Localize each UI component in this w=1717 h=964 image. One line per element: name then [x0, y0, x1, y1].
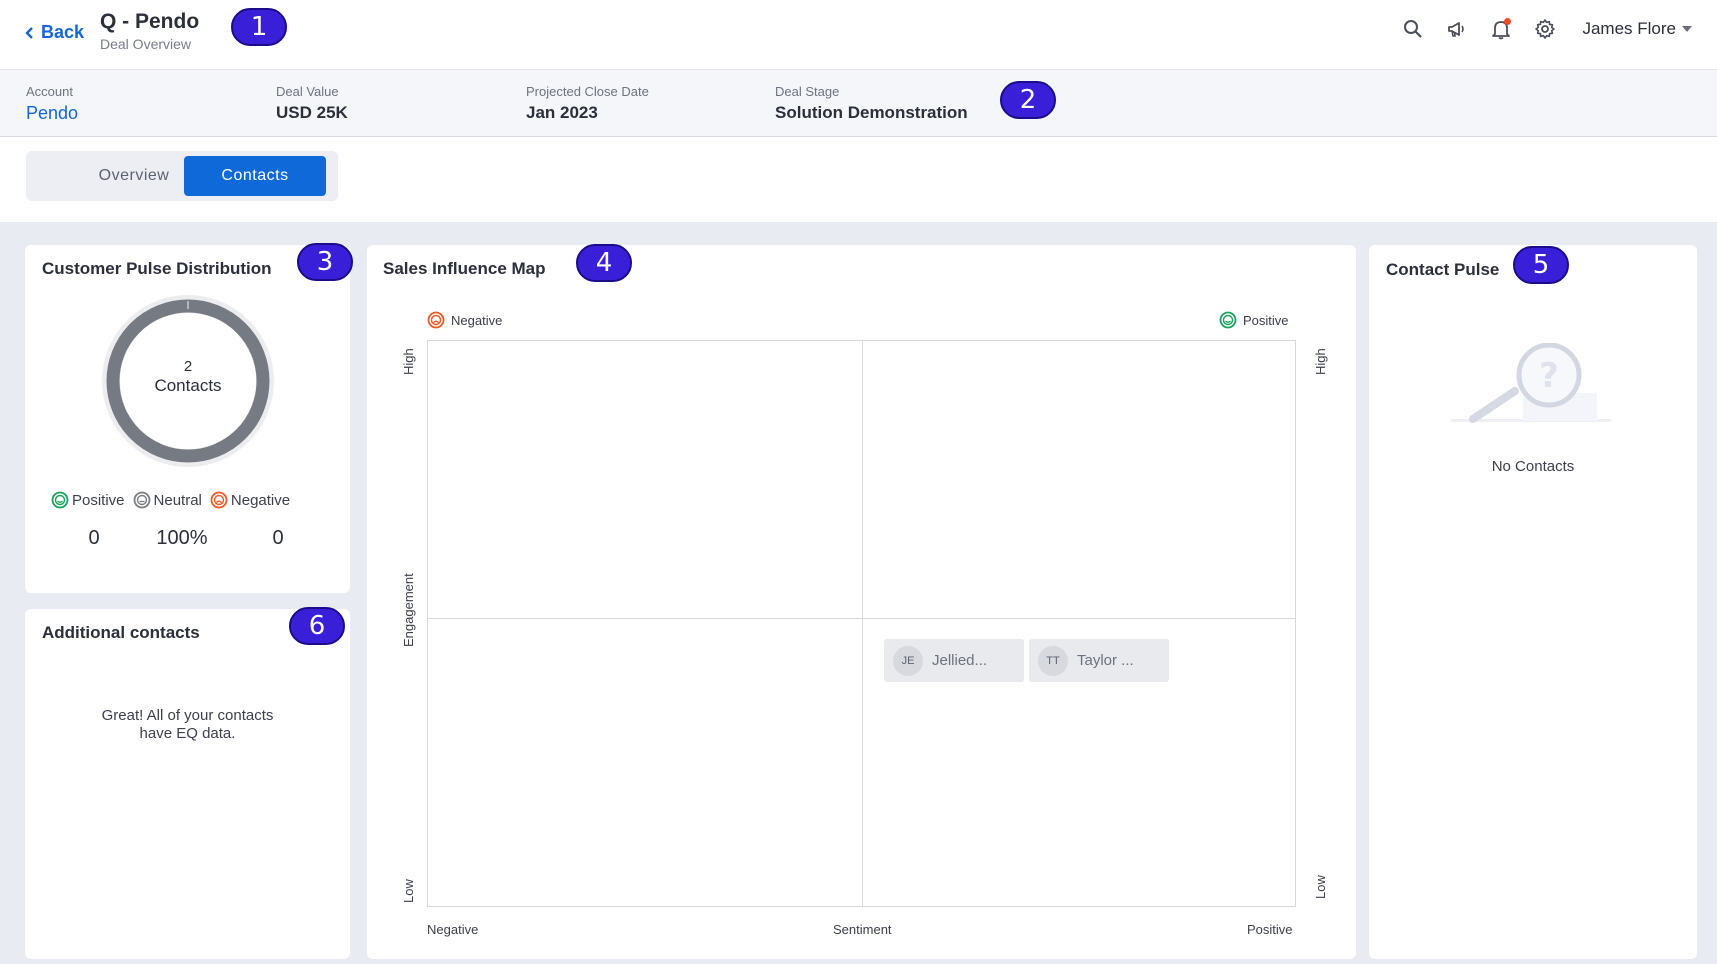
- y-axis-high-left: High: [401, 348, 416, 375]
- page-title: Q - Pendo: [100, 10, 200, 33]
- account-label: Account: [26, 84, 73, 99]
- x-axis-negative: Negative: [427, 922, 479, 937]
- influence-map-title: Sales Influence Map: [383, 259, 546, 278]
- avatar: JE: [893, 645, 923, 676]
- annotation-badge-2: 2: [1000, 81, 1056, 119]
- user-menu[interactable]: James Flore: [1582, 19, 1692, 39]
- back-label: Back: [41, 22, 85, 42]
- additional-contacts-title: Additional contacts: [42, 623, 200, 642]
- view-tabs: Overview Contacts: [26, 151, 338, 201]
- stat-positive: 0: [88, 527, 100, 549]
- contact-pulse-title: Contact Pulse: [1386, 260, 1500, 279]
- y-axis-high-right: High: [1313, 348, 1328, 375]
- quadrant-horizontal-divider: [428, 618, 1295, 619]
- map-legend-positive: Positive: [1219, 311, 1289, 329]
- legend-negative: Negative: [210, 491, 290, 509]
- deal-summary-bar: Account Pendo Deal Value USD 25K Project…: [0, 70, 1717, 137]
- deal-stage-label: Deal Stage: [775, 84, 840, 99]
- map-legend-negative-label: Negative: [451, 312, 503, 328]
- pulse-distribution-title: Customer Pulse Distribution: [42, 259, 272, 278]
- contact-chip[interactable]: TT Taylor ...: [1029, 639, 1169, 682]
- close-date-text: Jan 2023: [526, 103, 598, 122]
- x-axis-positive: Positive: [1247, 922, 1293, 937]
- megaphone-icon[interactable]: [1446, 18, 1468, 40]
- annotation-badge-6: 6: [289, 607, 345, 645]
- chevron-down-icon: [1682, 26, 1692, 32]
- negative-face-icon: [427, 311, 445, 329]
- annotation-badge-4: 4: [576, 244, 632, 282]
- additional-contacts-message: Great! All of your contacts have EQ data…: [101, 707, 274, 742]
- search-icon[interactable]: [1402, 18, 1424, 40]
- contact-chip[interactable]: JE Jellied...: [884, 639, 1024, 682]
- contact-pulse-card: Contact Pulse ? No Contacts: [1369, 245, 1697, 959]
- annotation-badge-1: 1: [231, 8, 287, 46]
- legend-neutral-label: Neutral: [153, 491, 202, 509]
- back-button[interactable]: Back: [25, 22, 84, 43]
- quadrant-vertical-divider: [862, 341, 863, 906]
- chevron-left-icon: [25, 26, 33, 39]
- account-link[interactable]: Pendo: [26, 103, 78, 124]
- pulse-legend: Positive Neutral Negative: [51, 491, 290, 509]
- y-axis-label: Engagement: [401, 573, 416, 647]
- tab-contacts[interactable]: Contacts: [184, 156, 326, 196]
- annotation-badge-3: 3: [297, 243, 353, 281]
- deal-close-date: Projected Close Date Jan 2023: [526, 84, 649, 123]
- bell-icon[interactable]: [1490, 18, 1512, 40]
- magnifier-question-icon: ?: [1451, 343, 1611, 423]
- y-axis-low-left: Low: [401, 879, 416, 903]
- legend-neutral: Neutral: [133, 491, 202, 509]
- page-subtitle: Deal Overview: [100, 36, 192, 52]
- deal-value-text: USD 25K: [276, 103, 348, 122]
- contact-count: 2: [183, 358, 193, 375]
- contact-count-label: Contacts: [154, 376, 222, 395]
- header-actions: James Flore: [1402, 18, 1692, 40]
- no-contacts-text: No Contacts: [1491, 458, 1575, 475]
- tab-area: Overview Contacts: [0, 137, 1717, 222]
- negative-face-icon: [210, 491, 228, 509]
- svg-text:?: ?: [1539, 356, 1559, 396]
- donut-center-text: 2 Contacts: [93, 357, 283, 395]
- deal-stage: Deal Stage Solution Demonstration: [775, 84, 968, 123]
- map-legend-negative: Negative: [427, 311, 502, 329]
- neutral-face-icon: [133, 491, 150, 509]
- additional-contacts-card: Additional contacts Great! All of your c…: [25, 609, 350, 959]
- legend-positive: Positive: [51, 491, 125, 509]
- gear-icon[interactable]: [1534, 18, 1556, 40]
- deal-stage-text: Solution Demonstration: [775, 103, 968, 122]
- x-axis-label: Sentiment: [833, 922, 892, 937]
- sales-influence-map-card: Sales Influence Map Negative Positive Hi…: [367, 245, 1356, 959]
- contact-chip-name: Jellied...: [932, 652, 988, 669]
- legend-positive-label: Positive: [72, 491, 125, 509]
- stat-negative: 0: [272, 527, 284, 549]
- positive-face-icon: [1219, 311, 1237, 329]
- pulse-donut-chart: 2 Contacts: [93, 295, 283, 475]
- user-name: James Flore: [1582, 19, 1676, 38]
- deal-value: Deal Value USD 25K: [276, 84, 348, 123]
- legend-negative-label: Negative: [230, 491, 291, 509]
- pulse-distribution-card: Customer Pulse Distribution 2 Contacts P…: [25, 245, 350, 593]
- stat-neutral: 100%: [156, 527, 208, 549]
- y-axis-low-right: Low: [1313, 875, 1328, 899]
- close-date-label: Projected Close Date: [526, 84, 649, 99]
- map-legend-positive-label: Positive: [1243, 312, 1289, 328]
- deal-account: Account Pendo: [26, 84, 78, 124]
- contact-chip-name: Taylor ...: [1077, 652, 1134, 669]
- influence-map-plot: [427, 340, 1296, 907]
- avatar: TT: [1038, 645, 1068, 676]
- deal-value-label: Deal Value: [276, 84, 339, 99]
- annotation-badge-5: 5: [1513, 246, 1569, 284]
- positive-face-icon: [51, 491, 69, 509]
